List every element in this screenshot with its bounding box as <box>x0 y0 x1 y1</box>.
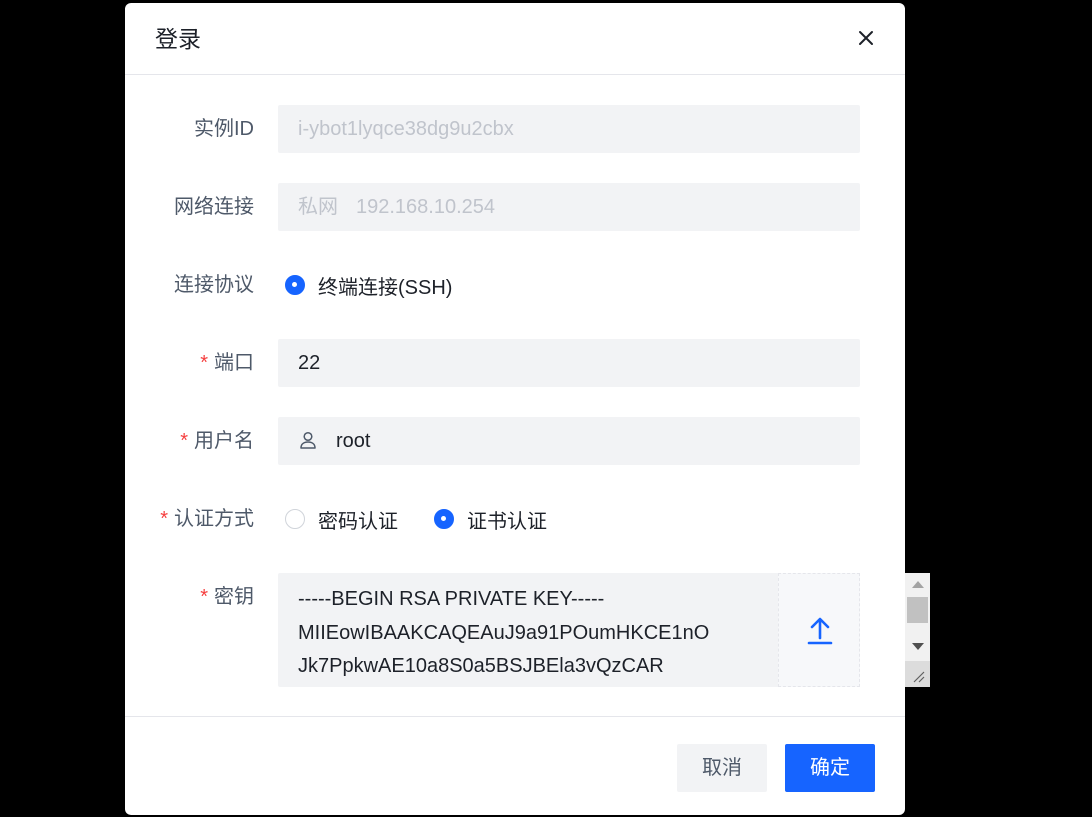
required-mark: * <box>200 586 208 608</box>
username-input[interactable]: root <box>278 417 860 465</box>
form-row-protocol: 连接协议 终端连接(SSH) <box>125 261 905 309</box>
form-row-key: * 密钥 -----BEGIN RSA PRIVATE KEY----- MIIE… <box>125 573 930 687</box>
required-mark: * <box>160 508 168 530</box>
auth-radio-certificate[interactable]: 证书认证 <box>434 505 547 534</box>
auth-label: * 认证方式 <box>160 508 254 530</box>
protocol-radio-group: 终端连接(SSH) <box>285 261 488 309</box>
textarea-scrollbar[interactable] <box>905 573 930 687</box>
resize-corner[interactable] <box>905 661 930 687</box>
network-field: 私网 192.168.10.254 <box>278 183 860 231</box>
dialog-footer: 取消 确定 <box>125 716 905 815</box>
port-value: 22 <box>298 352 321 374</box>
protocol-label: 连接协议 <box>174 274 254 296</box>
required-mark: * <box>200 352 208 374</box>
key-line: Jk7PpkwAE10a8S0a5BSJBEla3vQzCAR <box>298 655 664 677</box>
form-row-network: 网络连接 私网 192.168.10.254 <box>125 183 905 231</box>
key-line: -----BEGIN RSA PRIVATE KEY----- <box>298 588 605 610</box>
resize-grip-icon <box>913 671 925 683</box>
required-mark: * <box>180 430 188 452</box>
protocol-radio-ssh[interactable]: 终端连接(SSH) <box>285 271 452 300</box>
scroll-up-arrow-icon[interactable] <box>912 581 924 588</box>
user-icon <box>300 431 316 449</box>
instance-id-field: i-ybot1lyqce38dg9u2cbx <box>278 105 860 153</box>
private-key-textarea[interactable]: -----BEGIN RSA PRIVATE KEY----- MIIEowIB… <box>278 573 930 687</box>
radio-checked-icon <box>285 275 305 295</box>
key-line: MIIEowIBAAKCAQEAuJ9a91POumHKCE1nO <box>298 621 710 644</box>
form-row-username: * 用户名 root <box>125 417 905 465</box>
auth-radio-password[interactable]: 密码认证 <box>285 505 398 534</box>
scroll-down-arrow-icon[interactable] <box>912 643 924 650</box>
cancel-button[interactable]: 取消 <box>677 744 767 792</box>
network-type: 私网 <box>298 196 338 218</box>
radio-unchecked-icon <box>285 509 305 529</box>
upload-icon <box>807 617 833 645</box>
close-icon[interactable] <box>855 27 877 49</box>
upload-key-button[interactable] <box>778 573 860 687</box>
instance-id-value: i-ybot1lyqce38dg9u2cbx <box>298 118 514 140</box>
form-row-port: * 端口 22 <box>125 339 905 387</box>
protocol-ssh-label: 终端连接(SSH) <box>318 276 453 299</box>
network-ip: 192.168.10.254 <box>356 196 496 218</box>
scrollbar-thumb[interactable] <box>907 597 928 623</box>
network-label: 网络连接 <box>174 196 254 218</box>
form-row-auth: * 认证方式 密码认证 证书认证 <box>125 495 905 543</box>
auth-certificate-label: 证书认证 <box>467 510 547 533</box>
auth-password-label: 密码认证 <box>318 510 398 533</box>
instance-id-label: 实例ID <box>194 118 254 140</box>
dialog-title: 登录 <box>155 26 201 52</box>
confirm-button[interactable]: 确定 <box>785 744 875 792</box>
form-row-instance-id: 实例ID i-ybot1lyqce38dg9u2cbx <box>125 105 905 153</box>
dialog-header: 登录 <box>125 3 905 75</box>
private-key-text: -----BEGIN RSA PRIVATE KEY----- MIIEowIB… <box>298 583 758 683</box>
username-label: * 用户名 <box>180 430 254 452</box>
username-value: root <box>336 430 371 452</box>
port-input[interactable]: 22 <box>278 339 860 387</box>
port-label: * 端口 <box>200 352 254 374</box>
login-dialog: 登录 实例ID i-ybot1lyqce38dg9u2cbx 网络连接 私网 19… <box>125 3 930 815</box>
radio-checked-icon <box>434 509 454 529</box>
key-label: * 密钥 <box>200 586 254 608</box>
auth-radio-group: 密码认证 证书认证 <box>285 495 583 543</box>
